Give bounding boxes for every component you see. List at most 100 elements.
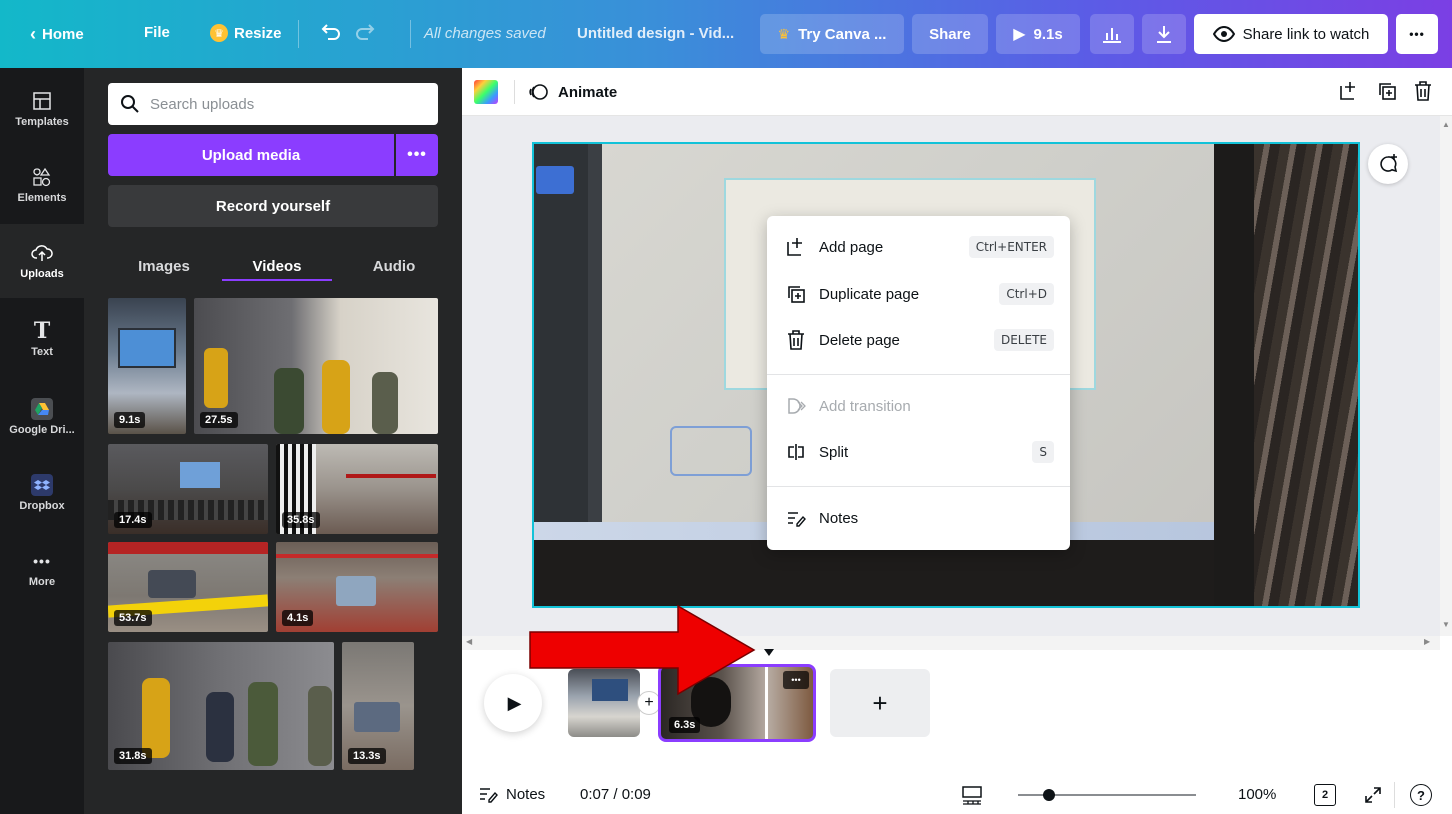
menu-divider <box>767 486 1070 487</box>
eye-icon <box>1212 26 1235 42</box>
download-button[interactable] <box>1142 14 1186 54</box>
vertical-scrollbar[interactable]: ▲ ▼ <box>1440 116 1452 636</box>
record-yourself-button[interactable]: Record yourself <box>108 185 438 227</box>
dropbox-icon <box>29 474 55 496</box>
insights-button[interactable] <box>1090 14 1134 54</box>
text-icon: T <box>33 318 51 344</box>
upload-media-button[interactable]: Upload media <box>108 134 394 176</box>
video-thumbnail[interactable]: 53.7s <box>108 542 268 632</box>
menu-item-delete-page[interactable]: Delete page DELETE <box>767 320 1070 360</box>
add-page-icon[interactable] <box>1338 80 1360 102</box>
video-thumbnail[interactable]: 4.1s <box>276 542 438 632</box>
laptop-screen-sidebar <box>534 144 588 544</box>
rail-item-dropbox[interactable]: Dropbox <box>0 456 84 530</box>
add-page-icon <box>785 237 807 257</box>
scroll-right-icon: ▶ <box>1424 637 1431 646</box>
crown-icon: ♛ <box>777 25 791 42</box>
laptop-screen-inner-frame <box>670 426 752 476</box>
tab-audio[interactable]: Audio <box>344 248 444 284</box>
shortcut-badge: Ctrl+ENTER <box>968 236 1054 258</box>
curtain-background <box>1254 144 1358 606</box>
delete-page-icon[interactable] <box>1412 80 1434 102</box>
page-context-menu: Add page Ctrl+ENTER Duplicate page Ctrl+… <box>767 216 1070 550</box>
page-count-button[interactable]: 2 <box>1314 784 1336 806</box>
clip-more-button[interactable]: ••• <box>783 671 809 689</box>
undo-icon[interactable] <box>318 20 344 46</box>
notes-icon <box>480 788 498 803</box>
design-title[interactable]: Untitled design - Vid... <box>577 25 734 42</box>
active-tab-indicator <box>222 279 332 281</box>
home-label: Home <box>42 26 84 43</box>
redo-icon[interactable] <box>352 20 378 46</box>
notes-button[interactable]: Notes <box>478 785 545 803</box>
toolbar-divider <box>514 80 515 104</box>
duplicate-page-icon <box>785 284 807 304</box>
rail-item-templates[interactable]: Templates <box>0 72 84 146</box>
rail-item-more[interactable]: ••• More <box>0 532 84 606</box>
scroll-left-icon: ◀ <box>466 637 473 646</box>
red-arrow-annotation <box>529 604 756 696</box>
menu-item-notes[interactable]: Notes <box>767 498 1070 538</box>
menu-item-duplicate-page[interactable]: Duplicate page Ctrl+D <box>767 274 1070 314</box>
video-thumbnail[interactable]: 31.8s <box>108 642 334 770</box>
rail-item-uploads[interactable]: Uploads <box>0 224 84 298</box>
clip-duration: 6.3s <box>669 717 701 733</box>
toolbar-divider <box>298 20 299 48</box>
play-icon: ▶ <box>1013 26 1026 43</box>
share-button[interactable]: Share <box>912 14 988 54</box>
elements-icon <box>29 166 55 188</box>
shortcut-badge: Ctrl+D <box>999 283 1054 305</box>
transition-icon <box>785 396 807 416</box>
video-thumbnail[interactable]: 27.5s <box>194 298 438 434</box>
menu-divider <box>767 374 1070 375</box>
video-thumbnail[interactable]: 13.3s <box>342 642 414 770</box>
uploads-panel: Upload media ••• Record yourself Images … <box>84 68 462 814</box>
add-page-button[interactable]: + <box>830 669 930 737</box>
bar-chart-icon <box>1103 28 1121 43</box>
video-thumbnail[interactable]: 9.1s <box>108 298 186 434</box>
playback-time: 0:07 / 0:09 <box>580 786 651 803</box>
video-thumbnail[interactable]: 17.4s <box>108 444 268 534</box>
laptop-right-edge <box>1214 144 1254 606</box>
save-status: All changes saved <box>424 25 546 42</box>
timeline-view-icon <box>962 786 982 805</box>
add-comment-button[interactable] <box>1368 144 1408 184</box>
zoom-slider-handle[interactable] <box>1043 789 1056 801</box>
resize-button[interactable]: ♛ Resize <box>210 24 282 42</box>
left-rail: Templates Elements Uploads T Text Google… <box>0 68 84 814</box>
scroll-down-icon: ▼ <box>1442 620 1450 629</box>
download-icon <box>1157 26 1171 43</box>
duplicate-page-icon[interactable] <box>1376 80 1398 102</box>
shortcut-badge: S <box>1032 441 1054 463</box>
play-icon: ▶ <box>507 692 522 713</box>
upload-more-button[interactable]: ••• <box>396 134 438 176</box>
help-icon[interactable]: ? <box>1410 784 1432 806</box>
rail-item-elements[interactable]: Elements <box>0 148 84 222</box>
present-button[interactable]: ▶ 9.1s <box>996 14 1080 54</box>
file-menu-button[interactable]: File <box>144 24 170 41</box>
more-options-button[interactable]: ••• <box>1396 14 1438 54</box>
templates-icon <box>29 90 55 112</box>
menu-item-add-page[interactable]: Add page Ctrl+ENTER <box>767 227 1070 267</box>
playhead-marker[interactable] <box>764 649 774 656</box>
animate-button[interactable]: Animate <box>528 78 617 106</box>
rail-item-text[interactable]: T Text <box>0 302 84 376</box>
split-icon <box>785 442 807 462</box>
home-button[interactable]: ‹ Home <box>30 24 84 45</box>
share-link-to-watch-button[interactable]: Share link to watch <box>1194 14 1388 54</box>
video-thumbnail[interactable]: 35.8s <box>276 444 438 534</box>
color-picker-button[interactable] <box>474 80 498 104</box>
search-input[interactable] <box>150 95 430 113</box>
fullscreen-icon[interactable] <box>1362 784 1384 806</box>
tab-images[interactable]: Images <box>114 248 214 284</box>
rail-item-google-drive[interactable]: Google Dri... <box>0 380 84 454</box>
top-toolbar: ‹ Home File ♛ Resize All changes saved U… <box>0 0 1452 68</box>
try-canva-pro-button[interactable]: ♛ Try Canva ... <box>760 14 904 54</box>
search-box[interactable] <box>108 83 438 125</box>
editor-footer: Notes 0:07 / 0:09 100% 2 ? <box>462 776 1452 814</box>
zoom-level[interactable]: 100% <box>1238 786 1276 803</box>
menu-item-split[interactable]: Split S <box>767 432 1070 472</box>
editor-toolbar: Animate <box>462 68 1452 116</box>
timeline-view-button[interactable] <box>960 784 984 806</box>
laptop-screen-panel <box>588 144 602 544</box>
